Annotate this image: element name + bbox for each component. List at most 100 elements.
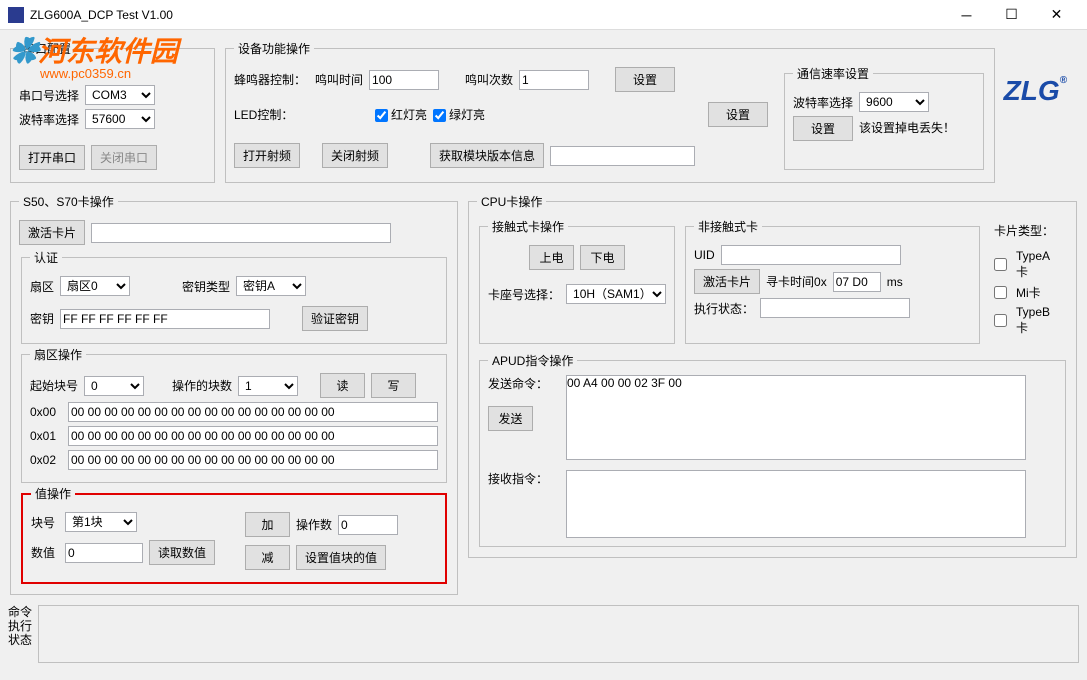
contact-legend: 接触式卡操作 bbox=[488, 218, 568, 235]
seek-time-input[interactable] bbox=[833, 272, 881, 292]
send-cmd-textarea[interactable]: 00 A4 00 00 02 3F 00 bbox=[566, 375, 1026, 460]
key-type-select[interactable]: 密钥A bbox=[236, 276, 306, 296]
status-label: 命令执行状态 bbox=[8, 605, 38, 663]
block-no-label: 块号 bbox=[31, 514, 59, 531]
start-block-select[interactable]: 0 bbox=[84, 376, 144, 396]
s50s70-legend: S50、S70卡操作 bbox=[19, 193, 118, 210]
close-button[interactable]: ✕ bbox=[1034, 1, 1079, 29]
status-output bbox=[38, 605, 1079, 663]
addr-2: 0x02 bbox=[30, 453, 62, 467]
key-label: 密钥 bbox=[30, 310, 54, 327]
baud-label: 波特率选择 bbox=[19, 111, 79, 128]
window-title: ZLG600A_DCP Test V1.00 bbox=[30, 8, 944, 22]
activate-card-button[interactable]: 激活卡片 bbox=[19, 220, 85, 245]
data-row-0[interactable] bbox=[68, 402, 438, 422]
minimize-button[interactable]: ─ bbox=[944, 1, 989, 29]
value-op-legend: 值操作 bbox=[31, 485, 75, 502]
recv-cmd-textarea[interactable] bbox=[566, 470, 1026, 538]
op-blocks-select[interactable]: 1 bbox=[238, 376, 298, 396]
value-op-group: 值操作 块号 第1块 数值 读取数值 bbox=[21, 485, 447, 584]
cpu-activate-button[interactable]: 激活卡片 bbox=[694, 269, 760, 294]
exec-status-label: 执行状态： bbox=[694, 300, 754, 317]
buzzer-set-button[interactable]: 设置 bbox=[615, 67, 675, 92]
data-row-1[interactable] bbox=[68, 426, 438, 446]
power-on-button[interactable]: 上电 bbox=[529, 245, 574, 270]
apdu-legend: APUD指令操作 bbox=[488, 352, 577, 369]
close-serial-button[interactable]: 关闭串口 bbox=[91, 145, 157, 170]
power-off-button[interactable]: 下电 bbox=[580, 245, 625, 270]
sector-label: 扇区 bbox=[30, 278, 54, 295]
slot-label: 卡座号选择： bbox=[488, 286, 560, 303]
ring-time-input[interactable] bbox=[369, 70, 439, 90]
verify-key-button[interactable]: 验证密钥 bbox=[302, 306, 368, 331]
send-button[interactable]: 发送 bbox=[488, 406, 533, 431]
op-count-label: 操作数 bbox=[296, 516, 332, 533]
buzzer-label: 蜂鸣器控制： bbox=[234, 71, 309, 88]
card-type-label: 卡片类型： bbox=[994, 222, 1062, 239]
sector-op-group: 扇区操作 起始块号 0 操作的块数 1 读 写 0x00 bbox=[21, 346, 447, 483]
recv-cmd-label: 接收指令： bbox=[488, 470, 558, 487]
sub-button[interactable]: 减 bbox=[245, 545, 290, 570]
contactless-legend: 非接触式卡 bbox=[694, 218, 762, 235]
seek-time-label: 寻卡时间0x bbox=[766, 273, 827, 290]
port-select[interactable]: COM3 bbox=[85, 85, 155, 105]
data-row-2[interactable] bbox=[68, 450, 438, 470]
led-label: LED控制： bbox=[234, 106, 309, 123]
add-button[interactable]: 加 bbox=[245, 512, 290, 537]
read-value-button[interactable]: 读取数值 bbox=[149, 540, 215, 565]
op-blocks-label: 操作的块数 bbox=[172, 377, 232, 394]
exec-status-output[interactable] bbox=[760, 298, 910, 318]
led-set-button[interactable]: 设置 bbox=[708, 102, 768, 127]
uid-label: UID bbox=[694, 248, 715, 262]
get-version-button[interactable]: 获取模块版本信息 bbox=[430, 143, 544, 168]
slot-select[interactable]: 10H（SAM1） bbox=[566, 284, 666, 304]
comm-note: 该设置掉电丢失！ bbox=[859, 122, 955, 135]
read-button[interactable]: 读 bbox=[320, 373, 365, 398]
value-label: 数值 bbox=[31, 544, 59, 561]
addr-0: 0x00 bbox=[30, 405, 62, 419]
green-led-checkbox[interactable]: 绿灯亮 bbox=[433, 106, 485, 123]
ring-count-input[interactable] bbox=[519, 70, 589, 90]
write-button[interactable]: 写 bbox=[371, 373, 416, 398]
device-legend: 设备功能操作 bbox=[234, 40, 314, 57]
uid-input[interactable] bbox=[721, 245, 901, 265]
app-icon bbox=[8, 7, 24, 23]
open-serial-button[interactable]: 打开串口 bbox=[19, 145, 85, 170]
contactless-group: 非接触式卡 UID 激活卡片 寻卡时间0x ms 执行状态： bbox=[685, 218, 980, 344]
activate-output[interactable] bbox=[91, 223, 391, 243]
contact-card-group: 接触式卡操作 上电 下电 卡座号选择： 10H（SAM1） bbox=[479, 218, 675, 344]
type-b-checkbox[interactable]: TypeB卡 bbox=[994, 305, 1062, 336]
comm-baud-select[interactable]: 9600 bbox=[859, 92, 929, 112]
close-rf-button[interactable]: 关闭射频 bbox=[322, 143, 388, 168]
addr-1: 0x01 bbox=[30, 429, 62, 443]
block-no-select[interactable]: 第1块 bbox=[65, 512, 137, 532]
serial-config-group: 串口配置 串口号选择 COM3 波特率选择 57600 打开串口 关闭串口 bbox=[10, 40, 215, 183]
auth-legend: 认证 bbox=[30, 249, 62, 266]
ring-count-label: 鸣叫次数 bbox=[465, 71, 513, 88]
baud-select[interactable]: 57600 bbox=[85, 109, 155, 129]
maximize-button[interactable]: ☐ bbox=[989, 1, 1034, 29]
type-mi-checkbox[interactable]: Mi卡 bbox=[994, 284, 1062, 301]
sector-select[interactable]: 扇区0 bbox=[60, 276, 130, 296]
type-a-checkbox[interactable]: TypeA卡 bbox=[994, 249, 1062, 280]
cpu-card-group: CPU卡操作 接触式卡操作 上电 下电 卡座号选择： 10H（SAM1） bbox=[468, 193, 1077, 558]
version-output[interactable] bbox=[550, 146, 695, 166]
comm-set-button[interactable]: 设置 bbox=[793, 116, 853, 141]
op-count-input[interactable] bbox=[338, 515, 398, 535]
titlebar: ZLG600A_DCP Test V1.00 ─ ☐ ✕ bbox=[0, 0, 1087, 30]
set-block-value-button[interactable]: 设置值块的值 bbox=[296, 545, 386, 570]
comm-rate-group: 通信速率设置 波特率选择 9600 设置 该设置掉电丢失！ bbox=[784, 65, 984, 170]
cpu-legend: CPU卡操作 bbox=[477, 193, 546, 210]
auth-group: 认证 扇区 扇区0 密钥类型 密钥A 密钥 验证密钥 bbox=[21, 249, 447, 344]
s50s70-group: S50、S70卡操作 激活卡片 认证 扇区 扇区0 密钥类型 密钥A 密 bbox=[10, 193, 458, 595]
key-type-label: 密钥类型 bbox=[182, 278, 230, 295]
comm-legend: 通信速率设置 bbox=[793, 65, 873, 82]
red-led-checkbox[interactable]: 红灯亮 bbox=[375, 106, 427, 123]
key-input[interactable] bbox=[60, 309, 270, 329]
value-input[interactable] bbox=[65, 543, 143, 563]
open-rf-button[interactable]: 打开射频 bbox=[234, 143, 300, 168]
zlg-logo: ZLG® bbox=[1004, 75, 1067, 107]
send-cmd-label: 发送命令： bbox=[488, 375, 558, 392]
apdu-group: APUD指令操作 发送命令： 发送 00 A4 00 00 02 3F 00 接… bbox=[479, 352, 1066, 547]
port-label: 串口号选择 bbox=[19, 87, 79, 104]
